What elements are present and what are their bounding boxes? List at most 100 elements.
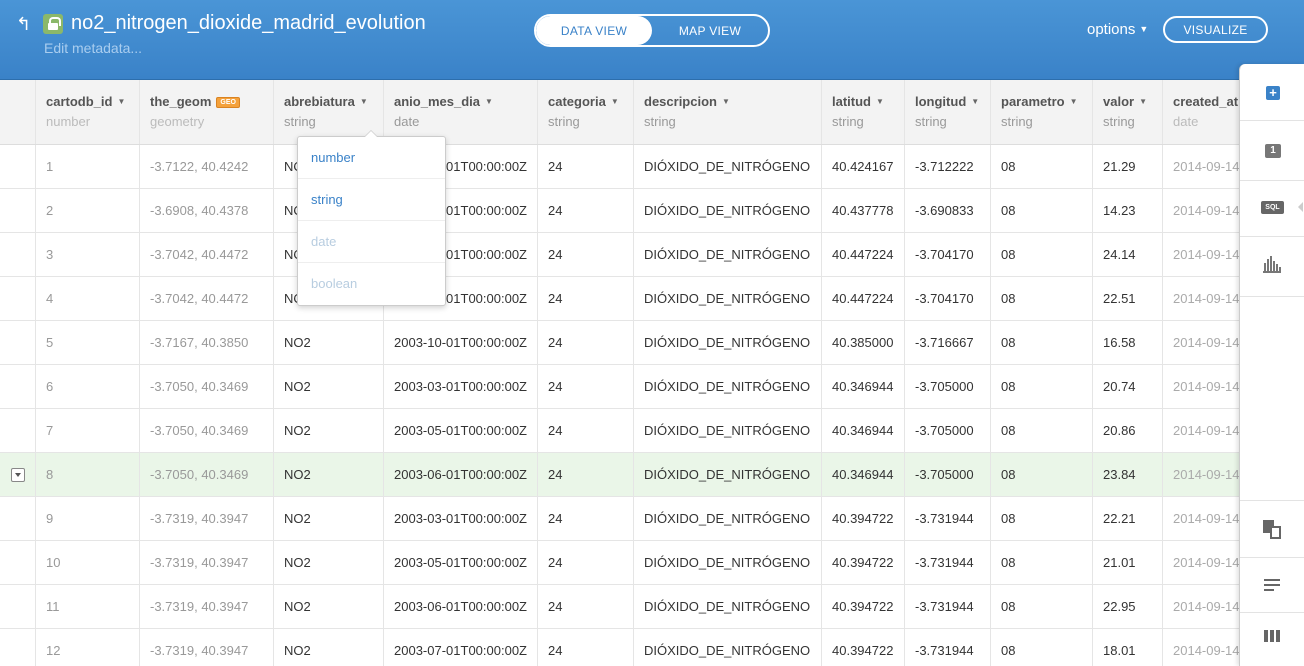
column-type[interactable]: string xyxy=(548,114,633,129)
column-type[interactable]: string xyxy=(832,114,904,129)
column-name[interactable]: anio_mes_dia ▼ xyxy=(394,94,537,109)
chevron-down-icon[interactable]: ▼ xyxy=(876,97,884,106)
table-cell-longitud[interactable]: -3.704170 xyxy=(905,277,991,320)
add-row-button[interactable] xyxy=(1240,558,1304,613)
table-cell-categoria[interactable]: 24 xyxy=(538,541,634,584)
table-cell-categoria[interactable]: 24 xyxy=(538,453,634,496)
table-cell-anio_mes_dia[interactable]: 2003-05-01T00:00:00Z xyxy=(384,541,538,584)
table-cell-categoria[interactable]: 24 xyxy=(538,497,634,540)
table-cell-abrebiatura[interactable]: NO2 xyxy=(274,321,384,364)
table-cell-created_at[interactable]: 2014-09-14 xyxy=(1163,233,1240,276)
table-cell-longitud[interactable]: -3.716667 xyxy=(905,321,991,364)
table-cell-the_geom[interactable]: -3.7319, 40.3947 xyxy=(140,629,274,666)
table-cell-created_at[interactable]: 2014-09-14 xyxy=(1163,629,1240,666)
table-cell-valor[interactable]: 16.58 xyxy=(1093,321,1163,364)
table-cell-cartodb_id[interactable]: 7 xyxy=(36,409,140,452)
table-cell-categoria[interactable]: 24 xyxy=(538,189,634,232)
table-cell-anio_mes_dia[interactable]: 2003-06-01T00:00:00Z xyxy=(384,585,538,628)
table-cell-the_geom[interactable]: -3.6908, 40.4378 xyxy=(140,189,274,232)
table-cell-the_geom[interactable]: -3.7319, 40.3947 xyxy=(140,541,274,584)
table-cell-latitud[interactable]: 40.394722 xyxy=(822,585,905,628)
add-layer-button[interactable]: + xyxy=(1240,64,1304,121)
column-name[interactable]: latitud ▼ xyxy=(832,94,904,109)
table-cell-parametro[interactable]: 08 xyxy=(991,409,1093,452)
column-name[interactable]: categoria ▼ xyxy=(548,94,633,109)
unlock-icon[interactable] xyxy=(43,14,63,34)
table-cell-longitud[interactable]: -3.690833 xyxy=(905,189,991,232)
column-type[interactable]: string xyxy=(915,114,990,129)
chevron-down-icon[interactable]: ▼ xyxy=(971,97,979,106)
table-cell-created_at[interactable]: 2014-09-14 xyxy=(1163,321,1240,364)
table-cell-the_geom[interactable]: -3.7122, 40.4242 xyxy=(140,145,274,188)
chevron-down-icon[interactable]: ▼ xyxy=(485,97,493,106)
add-column-button[interactable] xyxy=(1240,613,1304,666)
table-cell-cartodb_id[interactable]: 9 xyxy=(36,497,140,540)
table-cell-created_at[interactable]: 2014-09-14 xyxy=(1163,585,1240,628)
data-view-button[interactable]: DATA VIEW xyxy=(536,16,652,45)
table-cell-longitud[interactable]: -3.704170 xyxy=(905,233,991,276)
table-cell-anio_mes_dia[interactable]: 2003-06-01T00:00:00Z xyxy=(384,453,538,496)
sql-button[interactable]: SQL xyxy=(1240,181,1304,237)
table-cell-categoria[interactable]: 24 xyxy=(538,145,634,188)
table-cell-valor[interactable]: 20.86 xyxy=(1093,409,1163,452)
table-cell-cartodb_id[interactable]: 4 xyxy=(36,277,140,320)
table-cell-cartodb_id[interactable]: 10 xyxy=(36,541,140,584)
table-cell-cartodb_id[interactable]: 2 xyxy=(36,189,140,232)
column-type[interactable]: date xyxy=(394,114,537,129)
table-cell-parametro[interactable]: 08 xyxy=(991,233,1093,276)
table-cell-latitud[interactable]: 40.394722 xyxy=(822,497,905,540)
table-cell-abrebiatura[interactable]: NO2 xyxy=(274,453,384,496)
table-cell-cartodb_id[interactable]: 6 xyxy=(36,365,140,408)
table-cell-valor[interactable]: 24.14 xyxy=(1093,233,1163,276)
column-name[interactable]: cartodb_id ▼ xyxy=(46,94,139,109)
merge-tables-button[interactable] xyxy=(1240,500,1304,558)
table-cell-anio_mes_dia[interactable]: 2003-03-01T00:00:00Z xyxy=(384,497,538,540)
table-cell-categoria[interactable]: 24 xyxy=(538,233,634,276)
table-cell-latitud[interactable]: 40.346944 xyxy=(822,365,905,408)
table-cell-valor[interactable]: 14.23 xyxy=(1093,189,1163,232)
table-cell-anio_mes_dia[interactable]: 2003-07-01T00:00:00Z xyxy=(384,629,538,666)
chevron-down-icon[interactable]: ▼ xyxy=(1070,97,1078,106)
table-cell-descripcion[interactable]: DIÓXIDO_DE_NITRÓGENO xyxy=(634,277,822,320)
table-cell-categoria[interactable]: 24 xyxy=(538,277,634,320)
table-cell-longitud[interactable]: -3.705000 xyxy=(905,365,991,408)
table-cell-parametro[interactable]: 08 xyxy=(991,365,1093,408)
table-cell-latitud[interactable]: 40.394722 xyxy=(822,629,905,666)
table-cell-descripcion[interactable]: DIÓXIDO_DE_NITRÓGENO xyxy=(634,365,822,408)
column-name[interactable]: longitud ▼ xyxy=(915,94,990,109)
table-cell-abrebiatura[interactable]: NO2 xyxy=(274,497,384,540)
table-cell-parametro[interactable]: 08 xyxy=(991,585,1093,628)
table-cell-latitud[interactable]: 40.447224 xyxy=(822,233,905,276)
table-cell-parametro[interactable]: 08 xyxy=(991,189,1093,232)
table-cell-cartodb_id[interactable]: 5 xyxy=(36,321,140,364)
table-cell-anio_mes_dia[interactable]: 2003-03-01T00:00:00Z xyxy=(384,365,538,408)
table-cell-descripcion[interactable]: DIÓXIDO_DE_NITRÓGENO xyxy=(634,497,822,540)
table-cell-descripcion[interactable]: DIÓXIDO_DE_NITRÓGENO xyxy=(634,233,822,276)
filter-button[interactable] xyxy=(1240,237,1304,297)
table-cell-latitud[interactable]: 40.437778 xyxy=(822,189,905,232)
table-cell-cartodb_id[interactable]: 8 xyxy=(36,453,140,496)
table-cell-descripcion[interactable]: DIÓXIDO_DE_NITRÓGENO xyxy=(634,541,822,584)
table-cell-cartodb_id[interactable]: 12 xyxy=(36,629,140,666)
type-option-string[interactable]: string xyxy=(298,179,445,221)
table-cell-parametro[interactable]: 08 xyxy=(991,277,1093,320)
table-cell-descripcion[interactable]: DIÓXIDO_DE_NITRÓGENO xyxy=(634,409,822,452)
table-cell-parametro[interactable]: 08 xyxy=(991,629,1093,666)
table-cell-descripcion[interactable]: DIÓXIDO_DE_NITRÓGENO xyxy=(634,321,822,364)
table-cell-abrebiatura[interactable]: NO2 xyxy=(274,629,384,666)
table-cell-created_at[interactable]: 2014-09-14 xyxy=(1163,453,1240,496)
table-cell-valor[interactable]: 21.29 xyxy=(1093,145,1163,188)
table-cell-created_at[interactable]: 2014-09-14 xyxy=(1163,277,1240,320)
column-name[interactable]: parametro ▼ xyxy=(1001,94,1092,109)
table-cell-the_geom[interactable]: -3.7050, 40.3469 xyxy=(140,409,274,452)
back-arrow-icon[interactable]: ↰ xyxy=(16,14,36,34)
table-cell-latitud[interactable]: 40.385000 xyxy=(822,321,905,364)
table-cell-abrebiatura[interactable]: NO2 xyxy=(274,541,384,584)
table-cell-created_at[interactable]: 2014-09-14 xyxy=(1163,497,1240,540)
column-type[interactable]: string xyxy=(1103,114,1162,129)
column-type[interactable]: string xyxy=(644,114,821,129)
table-cell-longitud[interactable]: -3.731944 xyxy=(905,497,991,540)
table-cell-latitud[interactable]: 40.447224 xyxy=(822,277,905,320)
column-name[interactable]: the_geom GEO xyxy=(150,94,273,109)
table-cell-abrebiatura[interactable]: NO2 xyxy=(274,365,384,408)
